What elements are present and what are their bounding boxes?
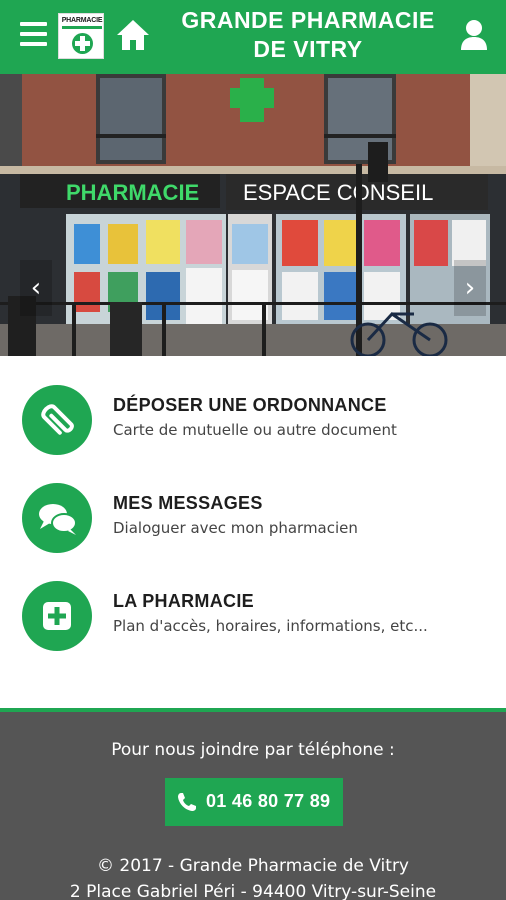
storefront-sign-espace-conseil: ESPACE CONSEIL (243, 180, 433, 205)
title-line-2: DE VITRY (253, 36, 363, 62)
pharmacy-photo-carousel[interactable]: PHARMACIE ESPACE CONSEIL ‹ › (0, 74, 506, 356)
hamburger-menu-icon[interactable] (20, 22, 47, 46)
item-title: MES MESSAGES (113, 493, 263, 513)
page-title: GRANDE PHARMACIE DE VITRY (168, 6, 448, 64)
pharmacy-logo[interactable]: PHARMACIE (58, 13, 104, 59)
menu-item-la-pharmacie[interactable]: LA PHARMACIE Plan d'accès, horaires, inf… (0, 581, 506, 671)
phone-icon (178, 793, 196, 811)
menu-item-mes-messages[interactable]: MES MESSAGES Dialoguer avec mon pharmaci… (0, 483, 506, 573)
green-cross-icon (72, 33, 93, 54)
user-icon[interactable] (460, 19, 488, 51)
phone-number: 01 46 80 77 89 (206, 791, 331, 811)
storefront-photo: PHARMACIE ESPACE CONSEIL (0, 74, 506, 356)
item-title: DÉPOSER UNE ORDONNANCE (113, 395, 387, 415)
storefront-sign-pharmacie: PHARMACIE (66, 180, 199, 205)
copyright-text: © 2017 - Grande Pharmacie de Vitry (96, 856, 409, 876)
item-subtitle: Dialoguer avec mon pharmacien (113, 519, 358, 537)
phone-label: Pour nous joindre par téléphone : (111, 740, 395, 760)
title-line-1: GRANDE PHARMACIE (181, 7, 435, 33)
address-text: 2 Place Gabriel Péri - 94400 Vitry-sur-S… (69, 882, 437, 900)
item-title: LA PHARMACIE (113, 591, 254, 611)
chevron-left-icon[interactable]: ‹ (20, 260, 52, 316)
call-phone-button[interactable]: 01 46 80 77 89 (165, 778, 343, 826)
paperclip-icon (22, 385, 92, 455)
plus-square-icon (22, 581, 92, 651)
item-subtitle: Carte de mutuelle ou autre document (113, 421, 397, 439)
item-subtitle: Plan d'accès, horaires, informations, et… (113, 617, 428, 635)
menu-item-deposer-ordonnance[interactable]: DÉPOSER UNE ORDONNANCE Carte de mutuelle… (0, 385, 506, 475)
chat-bubbles-icon (22, 483, 92, 553)
chevron-right-icon[interactable]: › (454, 260, 486, 316)
app-header: PHARMACIE GRANDE PHARMACIE DE VITRY (0, 0, 506, 74)
home-icon[interactable] (116, 19, 150, 51)
logo-text: PHARMACIE (61, 17, 103, 24)
footer: Pour nous joindre par téléphone : 01 46 … (0, 708, 506, 900)
